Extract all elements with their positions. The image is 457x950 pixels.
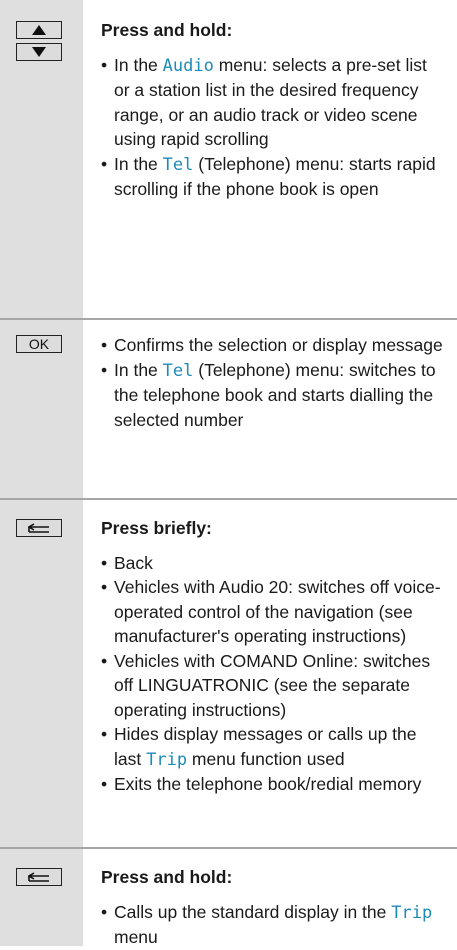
key-group-up-down — [16, 21, 62, 65]
section-back-brief-text: Press briefly: Back Vehicles with Audio … — [101, 516, 447, 797]
list-item: Back — [101, 551, 447, 576]
item-text: Back — [114, 552, 153, 573]
list-item: Vehicles with COMAND Online: switches of… — [101, 649, 447, 723]
item-text: Calls up the standard display in the — [114, 901, 392, 922]
list-item: Vehicles with Audio 20: switches off voi… — [101, 575, 447, 649]
section-heading: Press and hold: — [101, 20, 233, 40]
section-ok-text: Confirms the selection or display messag… — [101, 333, 447, 432]
menu-term: Trip — [146, 749, 188, 770]
section-up-down-text: Press and hold: In the Audio menu: selec… — [101, 18, 447, 202]
item-text: Vehicles with COMAND Online: switches of… — [114, 650, 431, 720]
section-back-brief: Press briefly: Back Vehicles with Audio … — [0, 500, 457, 847]
key-group-back — [16, 868, 62, 890]
section-heading: Press and hold: — [101, 867, 233, 887]
list-item: In the Tel (Telephone) menu: starts rapi… — [101, 152, 447, 202]
down-arrow-icon — [32, 47, 46, 57]
item-text: menu — [114, 927, 158, 947]
down-arrow-key — [16, 43, 62, 61]
up-arrow-icon — [32, 25, 46, 35]
bullet-list: Back Vehicles with Audio 20: switches of… — [101, 551, 447, 797]
item-text: menu function used — [187, 748, 345, 769]
list-item: Confirms the selection or display messag… — [101, 333, 447, 358]
section-ok: OK Confirms the selection or display mes… — [0, 320, 457, 498]
manual-page: Press and hold: In the Audio menu: selec… — [0, 0, 457, 947]
section-up-down: Press and hold: In the Audio menu: selec… — [0, 0, 457, 318]
key-group-ok: OK — [16, 335, 62, 357]
menu-term: Audio — [162, 55, 214, 76]
bullet-list: Confirms the selection or display messag… — [101, 333, 447, 432]
menu-term: Tel — [162, 154, 194, 175]
list-item: Exits the telephone book/redial memory — [101, 772, 447, 797]
item-text: Confirms the selection or display messag… — [114, 335, 443, 355]
item-text: In the — [114, 359, 163, 380]
item-text: In the — [114, 153, 163, 174]
back-key — [16, 519, 62, 537]
menu-term: Tel — [162, 360, 194, 381]
section-heading: Press briefly: — [101, 518, 212, 538]
item-text: In the — [114, 54, 163, 75]
bullet-list: In the Audio menu: selects a pre-set lis… — [101, 53, 447, 202]
list-item: Hides display messages or calls up the l… — [101, 722, 447, 772]
section-back-hold: Press and hold: Calls up the standard di… — [0, 849, 457, 947]
key-group-back — [16, 519, 62, 541]
item-text: Vehicles with Audio 20: switches off voi… — [114, 577, 441, 646]
up-arrow-key — [16, 21, 62, 39]
list-item: In the Tel (Telephone) menu: switches to… — [101, 358, 447, 433]
item-text: Exits the telephone book/redial memory — [114, 774, 422, 794]
section-back-hold-text: Press and hold: Calls up the standard di… — [101, 865, 447, 950]
back-icon — [28, 523, 49, 533]
list-item: In the Audio menu: selects a pre-set lis… — [101, 53, 447, 152]
ok-key: OK — [16, 335, 62, 353]
menu-term: Trip — [391, 902, 433, 923]
bullet-list: Calls up the standard display in the Tri… — [101, 900, 447, 950]
back-icon — [28, 872, 49, 882]
list-item: Calls up the standard display in the Tri… — [101, 900, 447, 950]
back-key — [16, 868, 62, 886]
